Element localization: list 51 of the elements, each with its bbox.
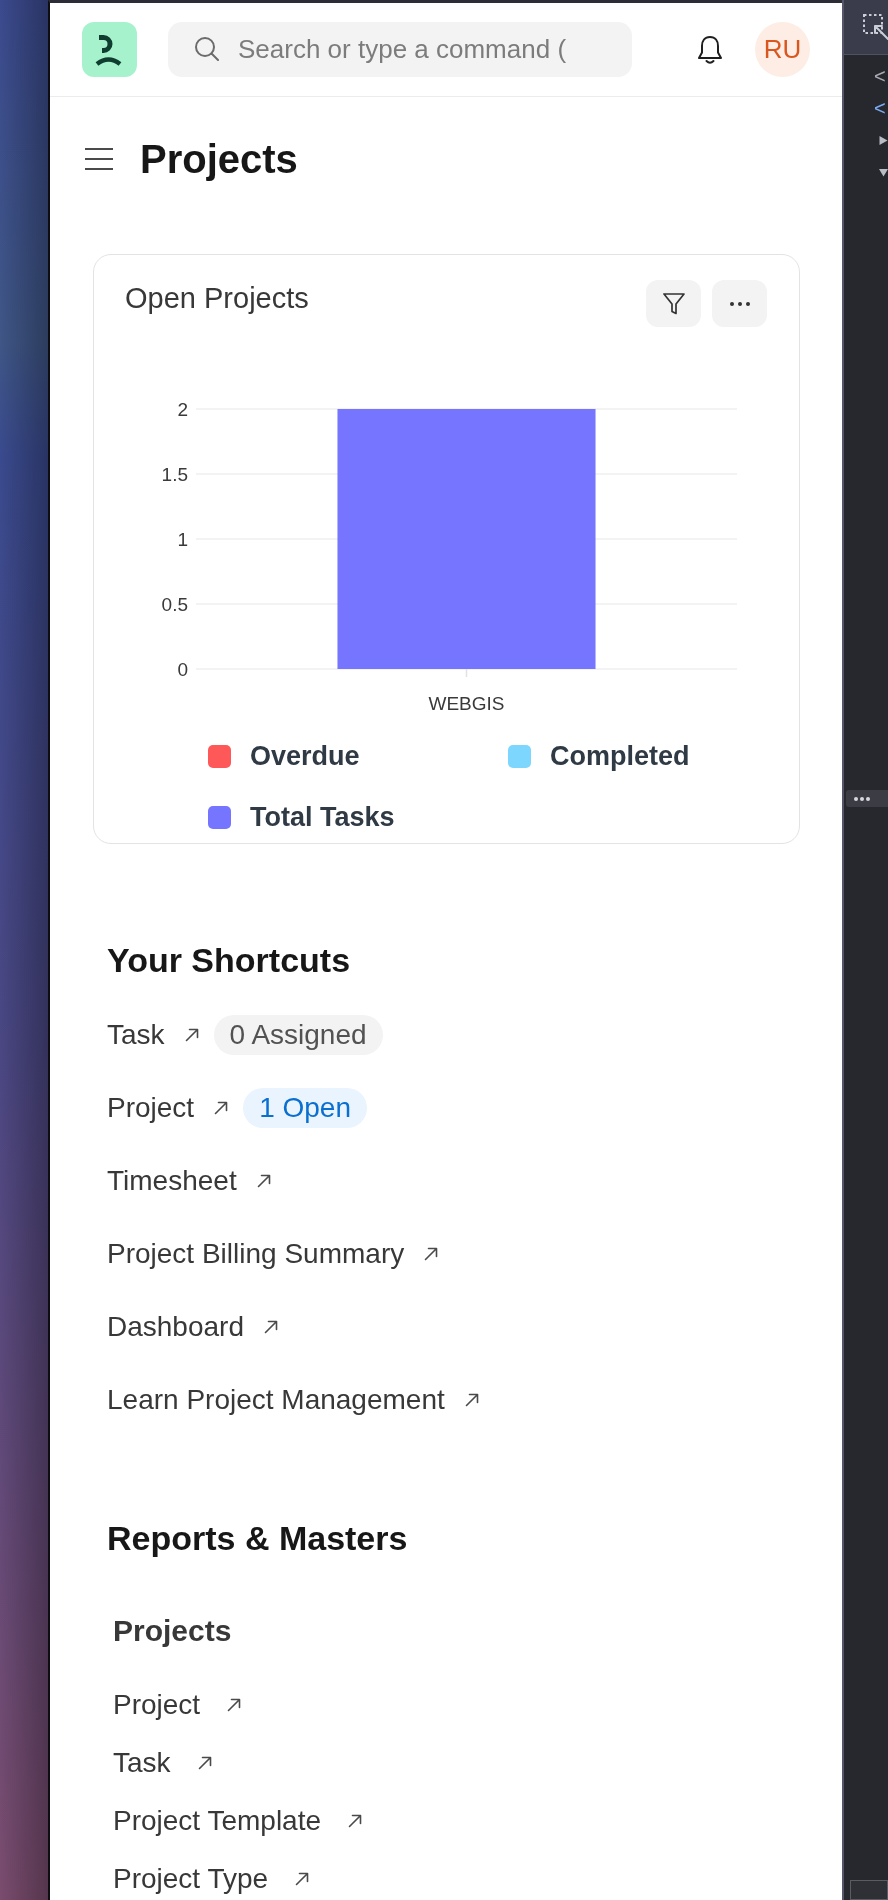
report-link[interactable]: Project <box>113 1691 242 1719</box>
legend-label: Completed <box>550 742 690 770</box>
logo-icon[interactable] <box>82 22 137 77</box>
arrow-up-right-icon <box>264 1320 278 1334</box>
shortcut-link[interactable]: Project Billing Summary <box>107 1240 439 1268</box>
expand-triangle-icon[interactable] <box>879 135 888 145</box>
count-badge: 0 Assigned <box>213 1015 383 1055</box>
group-heading: Projects <box>113 1615 232 1647</box>
bell-icon[interactable] <box>697 34 723 65</box>
arrow-up-right-icon <box>424 1247 439 1261</box>
collapse-triangle-icon[interactable] <box>879 167 888 177</box>
ellipsis-icon <box>854 796 870 801</box>
card-title: Open Projects <box>125 281 309 316</box>
filter-button[interactable] <box>646 280 701 327</box>
shortcut-link[interactable]: Timesheet <box>107 1167 271 1195</box>
arrow-up-right-icon <box>295 1872 310 1886</box>
report-link[interactable]: Project Template <box>113 1807 363 1835</box>
arrow-up-right-icon <box>256 1174 271 1188</box>
legend-label: Total Tasks <box>250 803 395 831</box>
shortcut-link[interactable]: Dashboard <box>107 1313 278 1341</box>
arrow-up-right-icon <box>214 1101 229 1115</box>
arrow-up-right-icon <box>227 1698 242 1712</box>
code-text: < <box>874 98 886 118</box>
arrow-up-right-icon <box>348 1814 363 1828</box>
arrow-up-right-icon <box>197 1756 212 1770</box>
axis-label: 0 <box>177 659 188 680</box>
arrow-up-right-icon <box>464 1393 479 1407</box>
axis-label: 2 <box>177 399 188 420</box>
shortcut-link[interactable]: Project <box>107 1094 229 1122</box>
element-picker-icon[interactable] <box>863 14 888 40</box>
shortcut-link[interactable]: Task <box>107 1021 199 1049</box>
count-badge: 1 Open <box>243 1088 367 1128</box>
search-icon <box>195 37 219 61</box>
report-link[interactable]: Task <box>113 1749 212 1777</box>
axis-label: 0.5 <box>161 594 188 615</box>
page-title: Projects <box>140 139 298 179</box>
code-text: < <box>874 66 886 86</box>
shortcut-link[interactable]: Learn Project Management <box>107 1386 479 1414</box>
filter-icon <box>662 292 685 315</box>
section-heading: Reports & Masters <box>107 1520 408 1556</box>
menu-icon[interactable] <box>85 148 113 170</box>
axis-label: WEBGIS <box>428 693 505 714</box>
arrow-up-right-icon <box>184 1028 199 1042</box>
report-link[interactable]: Project Type <box>113 1865 310 1893</box>
axis-label: 1.5 <box>161 464 188 485</box>
section-heading: Your Shortcuts <box>107 942 351 978</box>
legend-label: Overdue <box>250 742 360 770</box>
axis-label: 1 <box>177 529 188 550</box>
search-field[interactable]: Search or type a command ( <box>168 22 632 77</box>
more-button[interactable] <box>846 790 888 807</box>
ellipsis-icon <box>729 301 750 306</box>
